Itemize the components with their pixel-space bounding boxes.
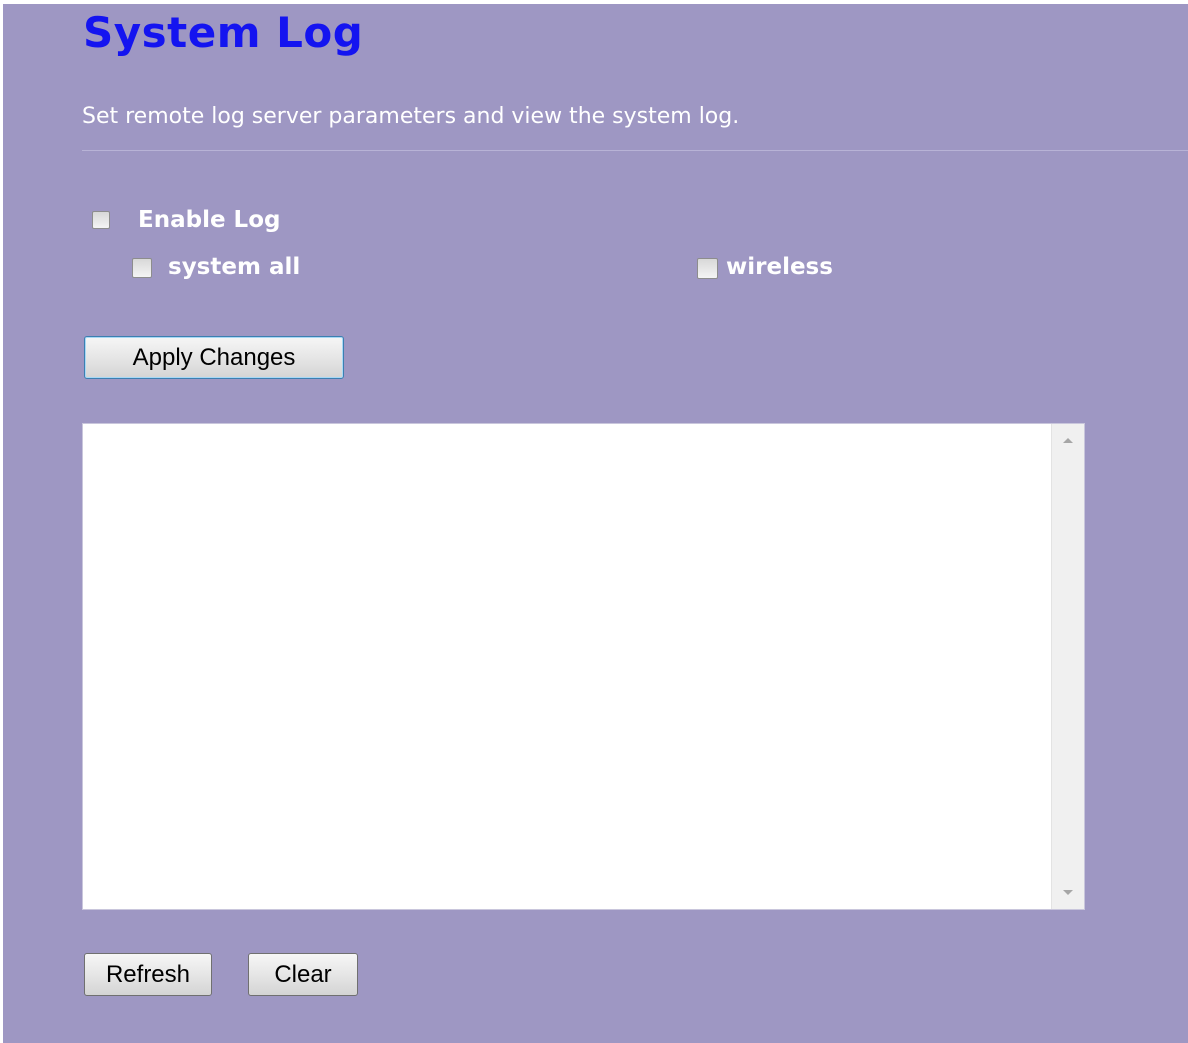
- refresh-button[interactable]: Refresh: [84, 953, 212, 996]
- wireless-label: wireless: [726, 254, 833, 280]
- system-all-label: system all: [168, 254, 301, 280]
- scroll-up-arrow-icon[interactable]: [1063, 438, 1073, 443]
- log-scrollbar[interactable]: [1051, 424, 1084, 909]
- page-title: System Log: [83, 8, 364, 57]
- enable-log-checkbox[interactable]: [92, 211, 110, 229]
- scroll-down-arrow-icon[interactable]: [1063, 890, 1073, 895]
- system-log-textarea[interactable]: [82, 423, 1085, 910]
- wireless-checkbox[interactable]: [697, 258, 718, 279]
- page-description: Set remote log server parameters and vie…: [82, 104, 740, 129]
- divider: [82, 150, 1188, 151]
- enable-log-label: Enable Log: [138, 207, 281, 233]
- system-all-checkbox[interactable]: [132, 258, 152, 278]
- system-log-page: System Log Set remote log server paramet…: [3, 4, 1188, 1043]
- apply-changes-button[interactable]: Apply Changes: [84, 336, 344, 379]
- log-content: [83, 424, 1050, 909]
- clear-button[interactable]: Clear: [248, 953, 358, 996]
